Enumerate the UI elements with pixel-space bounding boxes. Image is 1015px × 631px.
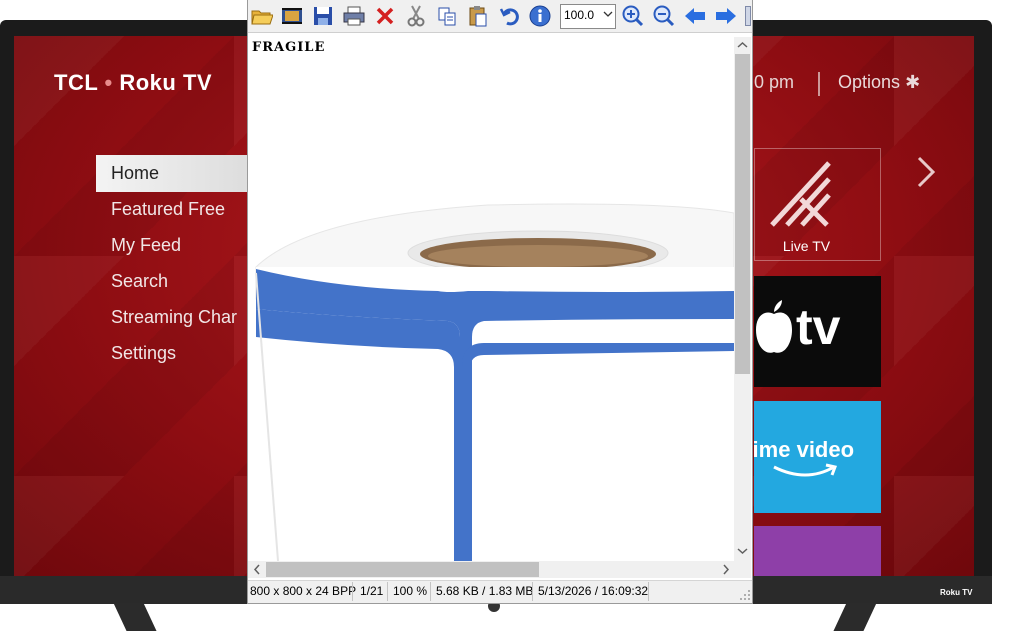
- cut-icon[interactable]: [404, 4, 428, 28]
- horizontal-scroll-thumb[interactable]: [266, 562, 539, 577]
- tile-prime-video-label: rime video: [744, 437, 855, 462]
- print-icon[interactable]: [342, 4, 366, 28]
- menu-item-home[interactable]: Home: [111, 163, 159, 184]
- tile-apple-tv-label: tv: [796, 299, 841, 355]
- status-zoom: 100 %: [393, 584, 428, 598]
- image-canvas[interactable]: [248, 37, 734, 561]
- status-file-size: 5.68 KB / 1.83 MB: [436, 584, 534, 598]
- status-separator: [532, 582, 533, 601]
- header-divider: [818, 72, 820, 96]
- tv-brand-logo: TCL • Roku TV: [54, 70, 212, 96]
- brand-separator: •: [104, 70, 113, 95]
- next-arrow-icon[interactable]: [714, 4, 738, 28]
- asterisk-icon: ✱: [905, 72, 921, 92]
- brand-tcl: TCL: [54, 70, 98, 95]
- tv-leg-right: [833, 603, 877, 631]
- scroll-corner: [734, 561, 751, 578]
- amazon-smile-icon: [773, 463, 838, 477]
- previous-arrow-icon[interactable]: [683, 4, 707, 28]
- status-dimensions: 800 x 800 x 24 BPP: [250, 584, 357, 598]
- brand-model: Roku TV: [119, 70, 213, 95]
- status-datetime: 5/13/2026 / 16:09:32: [538, 584, 649, 598]
- label-roll-image: [255, 203, 734, 561]
- undo-icon[interactable]: [497, 4, 521, 28]
- image-label-text: FRAGILE: [252, 40, 326, 55]
- zoom-out-icon[interactable]: [652, 4, 676, 28]
- tv-leg-left: [113, 603, 157, 631]
- scroll-right-arrow-icon[interactable]: [722, 564, 730, 575]
- vertical-scroll-thumb[interactable]: [735, 54, 750, 374]
- tv-brand-badge: Roku TV: [940, 588, 973, 597]
- info-icon[interactable]: [528, 4, 552, 28]
- resize-grip-icon[interactable]: [740, 590, 751, 601]
- scroll-up-arrow-icon[interactable]: [737, 41, 748, 49]
- zoom-in-icon[interactable]: [621, 4, 645, 28]
- tile-channel[interactable]: [754, 526, 881, 576]
- menu-item-settings[interactable]: Settings: [111, 343, 176, 364]
- filmstrip-icon[interactable]: [280, 4, 304, 28]
- options-button[interactable]: Options ✱: [838, 72, 920, 93]
- status-separator: [430, 582, 431, 601]
- menu-item-featured-free[interactable]: Featured Free: [111, 199, 225, 220]
- live-tv-icon: [770, 161, 831, 227]
- scroll-left-arrow-icon[interactable]: [253, 564, 261, 575]
- status-separator: [648, 582, 649, 601]
- open-folder-icon[interactable]: [250, 4, 274, 28]
- tile-live-tv-label: Live TV: [782, 238, 831, 254]
- scroll-down-arrow-icon[interactable]: [737, 547, 748, 555]
- toolbar-overflow[interactable]: [745, 6, 751, 26]
- copy-icon[interactable]: [435, 4, 459, 28]
- menu-item-streaming-channels[interactable]: Streaming Char: [111, 307, 237, 328]
- delete-icon[interactable]: [373, 4, 397, 28]
- paste-icon[interactable]: [466, 4, 490, 28]
- options-label: Options: [838, 72, 901, 92]
- tv-clock: 0 pm: [754, 72, 795, 92]
- status-index: 1/21: [360, 584, 384, 598]
- chevron-down-icon[interactable]: [603, 10, 613, 18]
- save-icon[interactable]: [311, 4, 335, 28]
- chevron-right-icon[interactable]: [916, 156, 936, 188]
- status-separator: [387, 582, 388, 601]
- menu-item-search[interactable]: Search: [111, 271, 168, 292]
- status-separator: [352, 582, 353, 601]
- apple-logo-icon: [756, 300, 792, 353]
- menu-item-my-feed[interactable]: My Feed: [111, 235, 181, 256]
